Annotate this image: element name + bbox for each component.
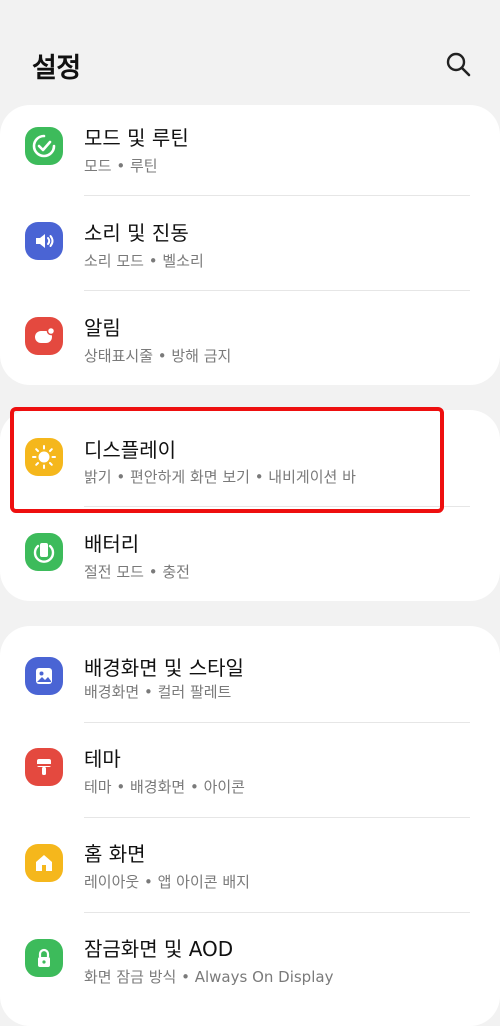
item-subtitle: 테마 • 배경화면 • 아이콘 bbox=[84, 778, 245, 796]
check-circle-icon bbox=[25, 127, 63, 165]
settings-group-2: 디스플레이 밝기 • 편안하게 화면 보기 • 내비게이션 바 배터리 절전 모… bbox=[0, 410, 500, 601]
sun-icon bbox=[25, 438, 63, 476]
item-title: 소리 및 진동 bbox=[84, 221, 189, 245]
search-button[interactable] bbox=[440, 46, 476, 82]
settings-item-wallpaper-style[interactable]: 배경화면 및 스타일 배경화면 • 컬러 팔레트 bbox=[0, 626, 500, 721]
settings-item-battery[interactable]: 배터리 절전 모드 • 충전 bbox=[0, 511, 500, 606]
item-title: 디스플레이 bbox=[84, 438, 176, 462]
speaker-icon bbox=[25, 222, 63, 260]
item-title: 잠금화면 및 AOD bbox=[84, 937, 234, 961]
item-title: 테마 bbox=[84, 747, 121, 771]
item-title: 배터리 bbox=[84, 532, 140, 556]
item-subtitle: 화면 잠금 방식 • Always On Display bbox=[84, 968, 334, 986]
divider bbox=[84, 290, 470, 291]
item-subtitle: 절전 모드 • 충전 bbox=[84, 563, 190, 581]
page-title: 설정 bbox=[32, 53, 81, 84]
search-icon bbox=[446, 52, 471, 77]
battery-icon bbox=[25, 533, 63, 571]
settings-item-lock-screen-aod[interactable]: 잠금화면 및 AOD 화면 잠금 방식 • Always On Display bbox=[0, 912, 500, 1007]
settings-item-themes[interactable]: 테마 테마 • 배경화면 • 아이콘 bbox=[0, 722, 500, 817]
item-title: 모드 및 루틴 bbox=[84, 126, 189, 150]
item-title: 홈 화면 bbox=[84, 842, 146, 866]
item-subtitle: 소리 모드 • 벨소리 bbox=[84, 252, 204, 270]
settings-group-3: 배경화면 및 스타일 배경화면 • 컬러 팔레트 테마 테마 • 배경화면 • … bbox=[0, 626, 500, 1026]
notification-icon bbox=[25, 317, 63, 355]
settings-item-modes-routines[interactable]: 모드 및 루틴 모드 • 루틴 bbox=[0, 105, 500, 200]
item-title: 알림 bbox=[84, 316, 121, 340]
divider bbox=[84, 195, 470, 196]
app-header: 설정 bbox=[0, 0, 500, 100]
settings-item-display[interactable]: 디스플레이 밝기 • 편안하게 화면 보기 • 내비게이션 바 bbox=[0, 410, 500, 505]
settings-item-sound-vibration[interactable]: 소리 및 진동 소리 모드 • 벨소리 bbox=[0, 200, 500, 295]
divider bbox=[84, 506, 470, 507]
wallpaper-icon bbox=[25, 657, 63, 695]
theme-brush-icon bbox=[25, 748, 63, 786]
settings-group-1: 모드 및 루틴 모드 • 루틴 소리 및 진동 소리 모드 • 벨소리 알림 상… bbox=[0, 105, 500, 385]
item-subtitle: 상태표시줄 • 방해 금지 bbox=[84, 347, 232, 365]
item-subtitle: 배경화면 • 컬러 팔레트 bbox=[84, 683, 232, 701]
lock-icon bbox=[25, 939, 63, 977]
item-subtitle: 밝기 • 편안하게 화면 보기 • 내비게이션 바 bbox=[84, 468, 356, 486]
item-subtitle: 모드 • 루틴 bbox=[84, 157, 158, 175]
item-subtitle: 레이아웃 • 앱 아이콘 배지 bbox=[84, 873, 250, 891]
home-icon bbox=[25, 844, 63, 882]
settings-item-home-screen[interactable]: 홈 화면 레이아웃 • 앱 아이콘 배지 bbox=[0, 817, 500, 912]
item-title: 배경화면 및 스타일 bbox=[84, 656, 244, 680]
settings-item-notifications[interactable]: 알림 상태표시줄 • 방해 금지 bbox=[0, 295, 500, 390]
